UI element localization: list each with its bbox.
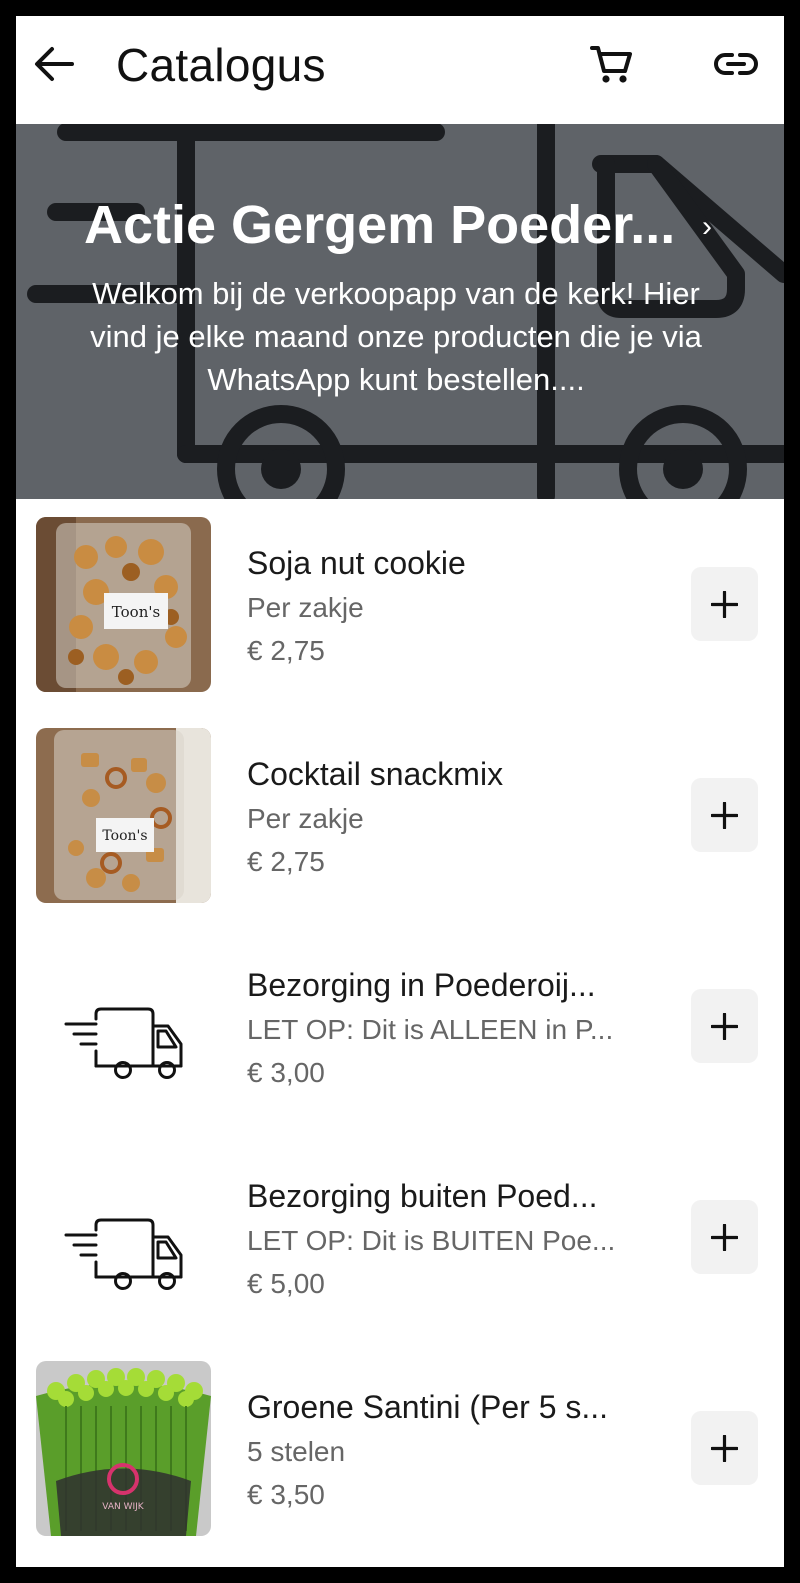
catalog-screen: Catalogus Actie Gergem Poeder... › Welko…	[16, 16, 784, 1567]
link-icon	[714, 53, 758, 75]
add-to-cart-button[interactable]	[691, 1200, 758, 1274]
product-price: € 5,00	[247, 1268, 325, 1299]
share-link-button[interactable]	[712, 40, 760, 88]
product-name: Bezorging in Poederoij...	[247, 967, 596, 1003]
product-image	[36, 1150, 211, 1325]
add-to-cart-button[interactable]	[691, 1411, 758, 1485]
product-item[interactable]: Toon's Cocktail snackmix Per zakje € 2,7…	[16, 710, 784, 921]
app-bar: Catalogus	[16, 16, 784, 124]
product-name: Cocktail snackmix	[247, 756, 504, 792]
product-description: LET OP: Dit is ALLEEN in P...	[247, 1014, 614, 1045]
product-price: € 2,75	[247, 846, 325, 877]
product-image: Toon's	[36, 517, 211, 692]
product-name: Soja nut cookie	[247, 545, 466, 581]
product-description: Per zakje	[247, 592, 364, 623]
product-image-label: Toon's	[112, 603, 160, 621]
add-to-cart-button[interactable]	[691, 778, 758, 852]
shopping-cart-icon	[590, 46, 632, 83]
banner-description: Welkom bij de verkoopapp van de kerk! Hi…	[90, 276, 702, 397]
plus-icon	[711, 591, 738, 618]
product-item[interactable]: Bezorging buiten Poed... LET OP: Dit is …	[16, 1132, 784, 1343]
product-list: Toon's Soja nut cookie Per zakje € 2,75	[16, 499, 784, 1554]
product-name: Groene Santini (Per 5 s...	[247, 1389, 609, 1425]
product-item[interactable]: VAN WIJK Groene Santini (Per 5 s... 5 st…	[16, 1343, 784, 1554]
product-image: Toon's	[36, 728, 211, 903]
product-description: 5 stelen	[247, 1436, 346, 1467]
back-button[interactable]	[32, 42, 76, 86]
product-price: € 3,00	[247, 1057, 325, 1088]
cart-button[interactable]	[588, 40, 636, 88]
product-image: VAN WIJK	[36, 1361, 211, 1536]
chevron-right-icon: ›	[702, 210, 712, 243]
product-description: LET OP: Dit is BUITEN Poe...	[247, 1225, 616, 1256]
plus-icon	[711, 802, 738, 829]
add-to-cart-button[interactable]	[691, 989, 758, 1063]
banner-title: Actie Gergem Poeder...	[84, 195, 676, 255]
catalog-banner[interactable]: Actie Gergem Poeder... › Welkom bij de v…	[16, 124, 784, 499]
product-price: € 2,75	[247, 635, 325, 666]
product-item[interactable]: Bezorging in Poederoij... LET OP: Dit is…	[16, 921, 784, 1132]
product-image-label: VAN WIJK	[102, 1502, 145, 1512]
plus-icon	[711, 1224, 738, 1251]
product-description: Per zakje	[247, 803, 364, 834]
product-name: Bezorging buiten Poed...	[247, 1178, 598, 1214]
product-image-label: Toon's	[102, 828, 147, 844]
delivery-truck-icon	[64, 1007, 183, 1079]
arrow-left-icon	[35, 47, 74, 81]
delivery-truck-icon	[64, 1218, 183, 1290]
product-item[interactable]: Toon's Soja nut cookie Per zakje € 2,75	[16, 499, 784, 710]
page-title: Catalogus	[116, 39, 326, 91]
plus-icon	[711, 1435, 738, 1462]
plus-icon	[711, 1013, 738, 1040]
add-to-cart-button[interactable]	[691, 567, 758, 641]
product-image	[36, 939, 211, 1114]
product-price: € 3,50	[247, 1479, 325, 1510]
